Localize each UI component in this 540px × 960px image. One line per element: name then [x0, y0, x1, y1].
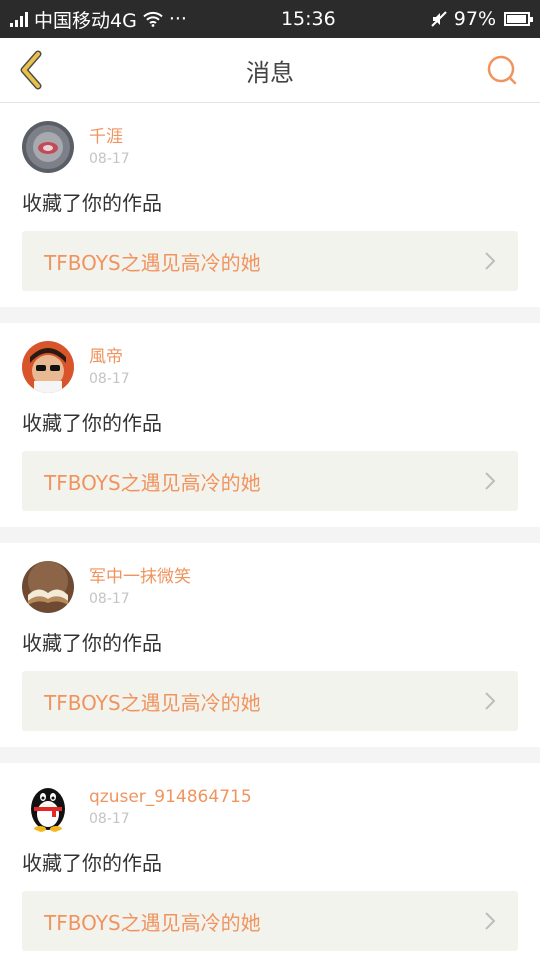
- chevron-right-icon: [485, 472, 496, 490]
- avatar[interactable]: [22, 341, 74, 393]
- avatar[interactable]: [22, 561, 74, 613]
- user-name[interactable]: 風帝: [89, 346, 130, 368]
- page-title: 消息: [246, 58, 294, 87]
- carrier-label: 中国移动4G: [34, 9, 137, 32]
- message-text: 收藏了你的作品: [22, 191, 162, 215]
- user-meta: 军中一抹微笑 08-17: [89, 566, 191, 608]
- message-list: 千涯 08-17 收藏了你的作品 TFBOYS之遇见高冷的她 風帝 08-17 …: [0, 103, 540, 960]
- more-dots: ···: [168, 8, 187, 30]
- mute-icon: [431, 11, 447, 27]
- message-card: 千涯 08-17 收藏了你的作品 TFBOYS之遇见高冷的她: [0, 103, 540, 307]
- message-card: qzuser_914864715 08-17 收藏了你的作品 TFBOYS之遇见…: [0, 763, 540, 960]
- status-bar: 中国移动4G ··· 15:36 97%: [0, 0, 540, 38]
- chevron-right-icon: [485, 912, 496, 930]
- user-name[interactable]: 军中一抹微笑: [89, 566, 191, 588]
- work-title: TFBOYS之遇见高冷的她: [44, 910, 261, 935]
- message-header: 军中一抹微笑 08-17: [22, 561, 518, 613]
- message-date: 08-17: [89, 591, 130, 607]
- work-link[interactable]: TFBOYS之遇见高冷的她: [22, 671, 518, 731]
- message-card: 風帝 08-17 收藏了你的作品 TFBOYS之遇见高冷的她: [0, 323, 540, 527]
- message-text: 收藏了你的作品: [22, 851, 162, 875]
- avatar[interactable]: [22, 121, 74, 173]
- top-nav: 消息: [0, 38, 540, 103]
- work-link[interactable]: TFBOYS之遇见高冷的她: [22, 231, 518, 291]
- chevron-right-icon: [485, 692, 496, 710]
- user-name[interactable]: qzuser_914864715: [89, 786, 252, 808]
- user-name[interactable]: 千涯: [89, 126, 130, 148]
- search-button[interactable]: [482, 50, 522, 90]
- app-screen: 中国移动4G ··· 15:36 97% 消息 千涯 08-17 收藏了你的作品…: [0, 0, 540, 960]
- user-meta: 千涯 08-17: [89, 126, 130, 168]
- work-title: TFBOYS之遇见高冷的她: [44, 690, 261, 715]
- status-time: 15:36: [280, 8, 336, 30]
- battery-icon: [504, 12, 533, 26]
- signal-icon: [10, 11, 28, 27]
- message-date: 08-17: [89, 811, 130, 827]
- message-date: 08-17: [89, 151, 130, 167]
- wifi-icon: [143, 11, 163, 27]
- status-left: 中国移动4G ···: [10, 6, 187, 33]
- work-link[interactable]: TFBOYS之遇见高冷的她: [22, 891, 518, 951]
- work-title: TFBOYS之遇见高冷的她: [44, 250, 261, 275]
- message-header: 千涯 08-17: [22, 121, 518, 173]
- chevron-right-icon: [485, 252, 496, 270]
- battery-label: 97%: [453, 8, 496, 30]
- chevron-left-icon: [20, 50, 42, 90]
- message-text: 收藏了你的作品: [22, 411, 162, 435]
- user-meta: 風帝 08-17: [89, 346, 130, 388]
- user-meta: qzuser_914864715 08-17: [89, 786, 252, 828]
- work-link[interactable]: TFBOYS之遇见高冷的她: [22, 451, 518, 511]
- back-button[interactable]: [12, 48, 48, 92]
- work-title: TFBOYS之遇见高冷的她: [44, 470, 261, 495]
- message-header: qzuser_914864715 08-17: [22, 781, 518, 833]
- status-right: 97%: [430, 8, 533, 30]
- message-date: 08-17: [89, 371, 130, 387]
- avatar[interactable]: [22, 781, 74, 833]
- message-text: 收藏了你的作品: [22, 631, 162, 655]
- message-card: 军中一抹微笑 08-17 收藏了你的作品 TFBOYS之遇见高冷的她: [0, 543, 540, 747]
- search-icon: [487, 55, 517, 85]
- message-header: 風帝 08-17: [22, 341, 518, 393]
